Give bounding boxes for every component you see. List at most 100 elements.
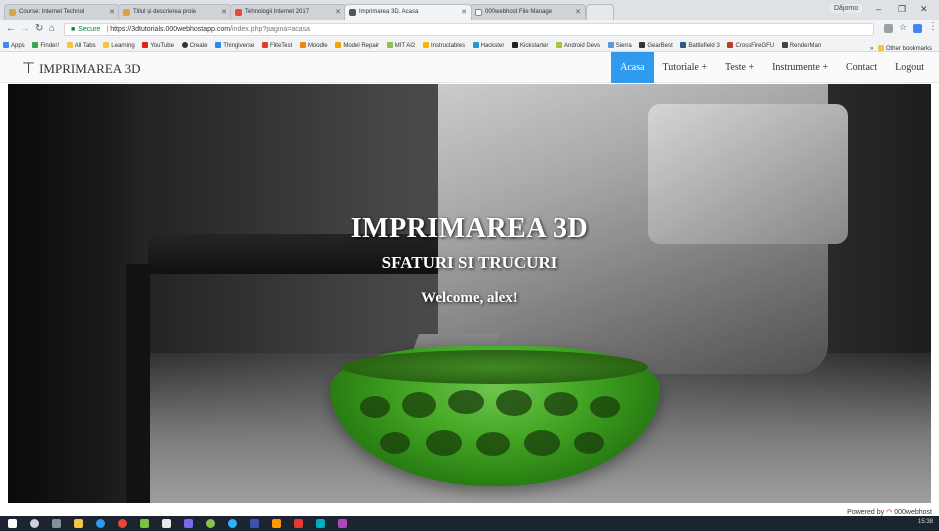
bookmark-label: Create (189, 43, 208, 49)
extension-icon[interactable] (913, 24, 922, 33)
bookmark-item[interactable]: Learning (103, 42, 135, 49)
chrome-icon[interactable] (118, 519, 127, 528)
close-tab-icon[interactable]: ✕ (575, 8, 581, 16)
menu-icon[interactable]: ⋮ (928, 21, 938, 32)
browser-tab[interactable]: 000webhost File Manage ✕ (470, 4, 586, 20)
browser-tab[interactable]: Tehnologii Internet 2017 ✕ (230, 4, 346, 20)
bookmarks-bar: Apps Finder! All Tabs Learning YouTube C… (0, 39, 939, 52)
app-icon[interactable] (228, 519, 237, 528)
app-icon[interactable] (338, 519, 347, 528)
moodle-favicon-icon (123, 9, 130, 16)
address-bar-input[interactable]: ■ Secure | https://3dtutorials.000webhosta… (64, 23, 874, 36)
bookmark-item[interactable]: Create (181, 42, 208, 49)
bookmark-item[interactable]: All Tabs (66, 42, 96, 49)
system-tray-clock[interactable]: 15:38 (918, 519, 933, 525)
bookmark-item[interactable]: Apps (3, 42, 25, 49)
bookmark-item[interactable]: Sierra (607, 42, 632, 49)
browser-tab-active[interactable]: Imprimarea 3D. Acasa ✕ (344, 4, 472, 20)
app-icon[interactable] (206, 519, 215, 528)
nav-logout[interactable]: Logout (886, 52, 933, 83)
powered-by-label: Powered by (847, 509, 885, 516)
create-icon (181, 42, 188, 48)
bookmark-star-icon[interactable]: ☆ (899, 22, 907, 33)
bookmark-item[interactable]: Moodle (299, 42, 328, 49)
bookmark-label: GearBest (647, 43, 673, 49)
tab-label: Tehnologii Internet 2017 (245, 9, 310, 15)
bookmarks-overflow[interactable]: » Other bookmarks (870, 42, 935, 51)
tab-label: Course: Internet Technol (19, 9, 85, 15)
app-icon[interactable] (294, 519, 303, 528)
bookmark-item[interactable]: Hackster (472, 42, 504, 49)
bookmark-icon (32, 42, 39, 48)
bookmark-label: Apps (11, 43, 25, 49)
gearbest-icon (639, 42, 646, 48)
nav-acasa[interactable]: Acasa (611, 52, 654, 83)
search-icon[interactable] (30, 519, 39, 528)
bookmark-item[interactable]: RenderMan (781, 42, 822, 49)
kickstarter-icon (511, 42, 518, 48)
hero-title: IMPRIMAREA 3D (350, 213, 589, 244)
back-arrow-icon[interactable]: ← (6, 23, 16, 34)
app-icon[interactable] (316, 519, 325, 528)
lock-icon: ■ (71, 26, 76, 33)
bookmark-item[interactable]: Thingiverse (215, 42, 254, 49)
new-tab-button[interactable] (586, 4, 614, 20)
sierra-icon (607, 42, 614, 48)
app-icon[interactable] (140, 519, 149, 528)
bookmark-item[interactable]: Kickstarter (511, 42, 548, 49)
bookmark-item[interactable]: CrossFireGFU (727, 42, 774, 49)
bookmark-label: Thingiverse (223, 43, 255, 49)
nav-instrumente-dropdown[interactable]: Instrumente + (763, 52, 837, 83)
close-tab-icon[interactable]: ✕ (221, 8, 227, 16)
file-explorer-icon[interactable] (74, 519, 83, 528)
brand-link[interactable]: ⊤ IMPRIMAREA 3D (22, 59, 141, 78)
app-icon[interactable] (272, 519, 281, 528)
bookmark-item[interactable]: Model Repair (335, 42, 379, 49)
bookmark-item[interactable]: GearBest (639, 42, 673, 49)
browser-toolbar: ← → ↻ ⌂ ■ Secure | https://3dtutorials.000… (0, 20, 939, 39)
main-nav: Acasa Tutoriale + Teste + Instrumente + … (611, 52, 933, 83)
close-tab-icon[interactable]: ✕ (335, 8, 341, 16)
nav-teste-dropdown[interactable]: Teste + (716, 52, 763, 83)
reload-icon[interactable]: ↻ (35, 23, 43, 34)
bookmark-label: RenderMan (789, 43, 822, 49)
translate-icon[interactable] (884, 24, 893, 33)
app-icon[interactable] (162, 519, 171, 528)
bookmark-label: All Tabs (74, 43, 96, 49)
browser-tab[interactable]: Course: Internet Technol ✕ (4, 4, 120, 20)
flitetest-icon (261, 42, 268, 48)
bookmark-item[interactable]: MIT AI2 (386, 42, 416, 49)
task-view-icon[interactable] (52, 519, 61, 528)
bookmark-label: MIT AI2 (394, 43, 416, 49)
app-icon[interactable] (250, 519, 259, 528)
bookmark-item[interactable]: Finder! (32, 42, 59, 49)
bookmark-item[interactable]: YouTube (142, 42, 174, 49)
windows-start-icon[interactable] (8, 519, 17, 528)
mit-ai2-icon (386, 42, 393, 48)
apps-icon (3, 42, 9, 48)
bookmark-item[interactable]: Android Devs (556, 42, 600, 49)
bookmark-label: Learning (111, 43, 135, 49)
app-icon[interactable] (184, 519, 193, 528)
folder-icon (66, 42, 73, 48)
bookmark-item[interactable]: FliteTest (261, 42, 292, 49)
thingiverse-icon (215, 42, 222, 48)
forward-arrow-icon[interactable]: → (20, 23, 30, 34)
home-icon[interactable]: ⌂ (49, 23, 55, 34)
close-tab-icon[interactable]: ✕ (461, 8, 467, 16)
page-favicon-icon (235, 9, 242, 16)
browser-tab[interactable]: Titlul și descrierea proie ✕ (118, 4, 232, 20)
close-window-icon[interactable]: ✕ (920, 4, 928, 15)
nav-contact[interactable]: Contact (837, 52, 886, 83)
nav-tutoriale-dropdown[interactable]: Tutoriale + (654, 52, 716, 83)
bookmark-label: Moodle (307, 43, 328, 49)
maximize-icon[interactable]: ❐ (898, 4, 906, 15)
close-tab-icon[interactable]: ✕ (109, 8, 115, 16)
minimize-icon[interactable]: – (876, 4, 881, 14)
bookmark-item[interactable]: Instructables (422, 42, 465, 49)
bookmark-item[interactable]: Battlefield 3 (680, 42, 720, 49)
browser-tab-strip: Course: Internet Technol ✕ Titlul și des… (0, 0, 939, 20)
edge-icon[interactable] (96, 519, 105, 528)
bookmark-label: Android Devs (564, 43, 601, 49)
profile-button[interactable]: Dǎjomo (830, 4, 863, 13)
